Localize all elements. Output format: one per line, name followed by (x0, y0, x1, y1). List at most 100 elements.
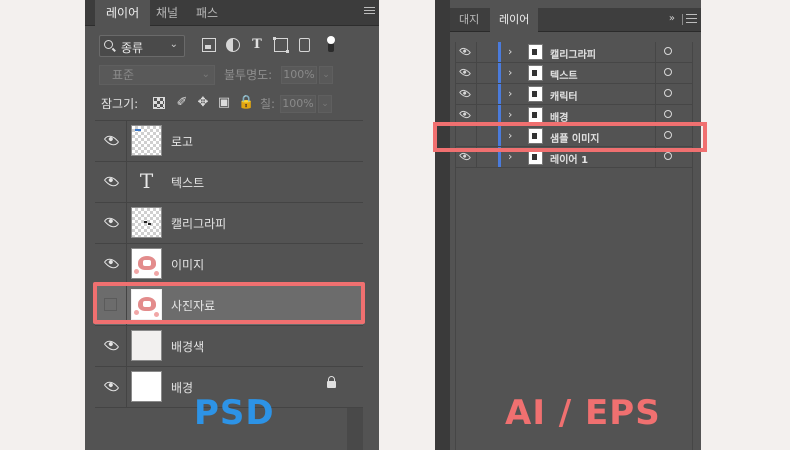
tab-layers[interactable]: 레이어 (490, 8, 539, 32)
eye-icon[interactable] (458, 87, 472, 100)
target-circle-icon[interactable] (664, 110, 672, 118)
layer-color-bar (498, 84, 501, 104)
chevron-right-icon[interactable]: › (508, 87, 512, 100)
caption-ai: AI / EPS (505, 393, 661, 433)
layer-name: 이미지 (171, 258, 205, 272)
eye-icon (103, 337, 120, 354)
blend-mode-select[interactable]: 표준 ⌄ (99, 65, 215, 85)
chevron-right-icon[interactable]: › (508, 45, 512, 58)
layer-thumbnail (131, 248, 162, 279)
filter-type-icon[interactable]: T (250, 38, 264, 52)
chevron-down-icon[interactable]: ⌄ (318, 95, 332, 113)
eye-icon[interactable] (458, 108, 472, 121)
target-circle-icon[interactable] (664, 47, 672, 55)
eye-icon[interactable] (458, 45, 472, 58)
chevron-down-icon: ⌄ (201, 69, 210, 80)
target-circle-icon[interactable] (664, 68, 672, 76)
filter-kind-label: 종류 (121, 41, 144, 55)
fill-label: 칠: (260, 97, 276, 111)
tab-layers[interactable]: 레이어 (95, 0, 151, 26)
eye-icon[interactable] (458, 150, 472, 163)
layer-thumbnail (131, 371, 162, 402)
layer-row[interactable]: › 캘리그라피 (456, 42, 692, 63)
target-circle-icon[interactable] (664, 152, 672, 160)
layer-name: 텍스트 (171, 176, 205, 190)
filter-shape-icon[interactable] (273, 37, 289, 53)
highlight-box-ai (433, 122, 707, 152)
lock-artboard-icon[interactable]: ▣ (217, 96, 231, 110)
lock-icon (327, 376, 336, 388)
visibility-toggle[interactable] (95, 367, 127, 407)
highlight-box-psd (93, 282, 365, 324)
layer-color-bar (498, 63, 501, 83)
blend-mode-value: 표준 (112, 68, 135, 82)
panel-menu-icon[interactable] (364, 7, 375, 18)
target-circle-icon[interactable] (664, 89, 672, 97)
eye-icon (103, 173, 120, 190)
layer-name: 캘리그라피 (171, 217, 227, 231)
eye-icon (103, 255, 120, 272)
layer-color-bar (498, 42, 501, 62)
layer-row[interactable]: › 텍스트 (456, 63, 692, 84)
layer-thumbnail (528, 65, 543, 81)
layer-name: 배경색 (171, 340, 205, 354)
layer-name: 텍스트 (550, 71, 578, 82)
tab-paths[interactable]: 패스 (185, 0, 229, 26)
filter-pixel-icon[interactable] (202, 38, 216, 52)
layer-row[interactable]: 로고 (95, 121, 363, 162)
ai-tab-bar: 대지 레이어 » (450, 8, 701, 32)
layer-kind-filter[interactable]: 종류 ⌄ (99, 35, 185, 57)
layer-thumbnail (528, 44, 543, 60)
chevron-down-icon[interactable]: ⌄ (319, 66, 333, 84)
layer-row[interactable]: › 캐릭터 (456, 84, 692, 105)
psd-tab-bar: 레이어 채널 패스 (85, 0, 379, 26)
tab-channels[interactable]: 채널 (145, 0, 189, 26)
lock-label: 잠그기: (101, 97, 139, 111)
layer-thumbnail (528, 86, 543, 102)
layer-name: 로고 (171, 135, 194, 149)
eye-icon[interactable] (458, 66, 472, 79)
layer-name: 배경 (171, 381, 194, 395)
layer-row[interactable]: T 텍스트 (95, 162, 363, 203)
layer-name: 레이어 1 (550, 155, 589, 166)
fill-input[interactable]: 100% (280, 95, 316, 113)
layer-row[interactable]: 배경색 (95, 326, 363, 367)
panel-menu-icon[interactable] (686, 14, 697, 25)
divider (682, 14, 683, 25)
lock-all-icon[interactable]: 🔒 (238, 96, 254, 110)
layer-thumbnail (131, 125, 162, 156)
filter-toggle-icon[interactable] (327, 36, 335, 52)
psd-layers-panel: 레이어 채널 패스 종류 ⌄ T 표준 ⌄ 불투명도: 100% ⌄ 잠그기: … (85, 0, 379, 450)
filter-adjustment-icon[interactable] (226, 38, 240, 52)
ai-layers-panel: 대지 레이어 » › 캘리그라피 › 텍스트 › 캐릭터 › 배경 › 샘플 이… (435, 0, 701, 450)
visibility-toggle[interactable] (95, 326, 127, 366)
filter-smart-object-icon[interactable] (299, 38, 310, 52)
layer-row[interactable]: 캘리그라피 (95, 203, 363, 244)
lock-brush-icon[interactable]: ✐ (175, 96, 189, 110)
collapse-icon[interactable]: » (669, 13, 675, 24)
visibility-toggle[interactable] (95, 121, 127, 161)
layer-thumbnail (131, 207, 162, 238)
caption-psd: PSD (194, 393, 275, 433)
lock-move-icon[interactable]: ✥ (196, 96, 210, 110)
visibility-toggle[interactable] (95, 203, 127, 243)
opacity-label: 불투명도: (224, 68, 273, 82)
eye-icon (103, 214, 120, 231)
layer-thumbnail (131, 330, 162, 361)
text-layer-icon: T (139, 169, 154, 193)
chevron-right-icon[interactable]: › (508, 108, 512, 121)
lock-transparent-icon[interactable] (153, 97, 165, 109)
eye-icon (103, 132, 120, 149)
visibility-toggle[interactable] (95, 244, 127, 284)
tab-artboards[interactable]: 대지 (450, 8, 488, 32)
layer-name: 캘리그라피 (550, 50, 596, 61)
layer-name: 캐릭터 (550, 92, 578, 103)
opacity-input[interactable]: 100% (281, 66, 317, 84)
layer-thumbnail (528, 107, 543, 123)
panel-dock-strip (435, 0, 450, 450)
ai-layer-list: › 캘리그라피 › 텍스트 › 캐릭터 › 배경 › 샘플 이미지 › 레이어 … (455, 42, 693, 450)
layer-row[interactable]: 이미지 (95, 244, 363, 285)
visibility-toggle[interactable] (95, 162, 127, 202)
chevron-right-icon[interactable]: › (508, 66, 512, 79)
chevron-down-icon: ⌄ (169, 39, 178, 50)
